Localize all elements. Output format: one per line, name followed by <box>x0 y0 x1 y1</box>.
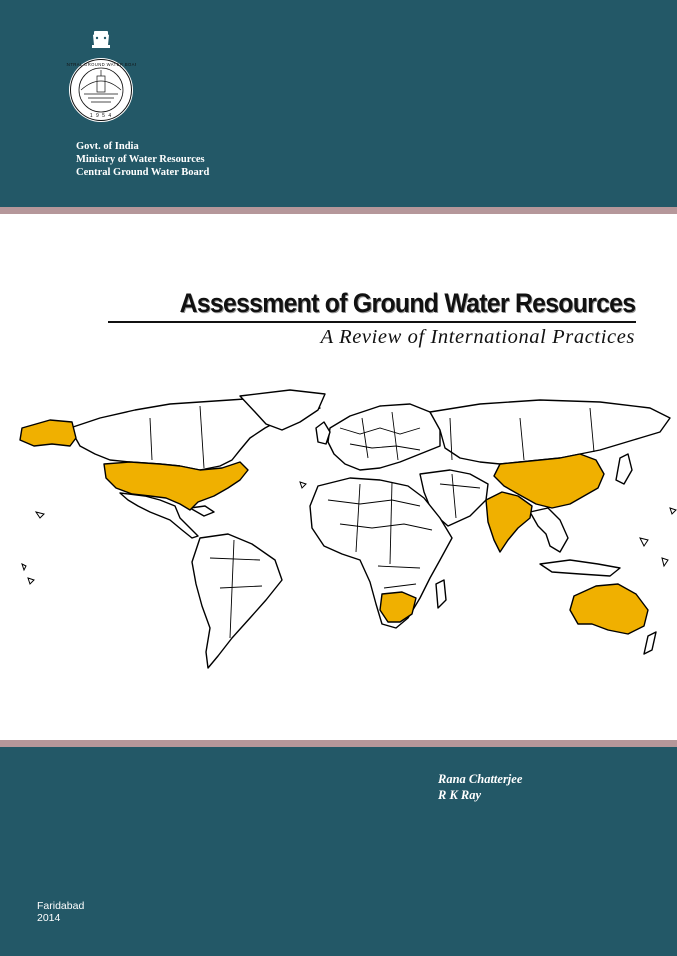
south-america-region <box>191 533 283 669</box>
svg-text:CENTRAL GROUND WATER BOARD: CENTRAL GROUND WATER BOARD <box>66 62 136 67</box>
footer-stripe <box>0 740 677 747</box>
national-emblem-icon <box>92 31 110 48</box>
south-africa-region <box>379 591 417 623</box>
author-name: R K Ray <box>438 788 482 802</box>
document-title: Assessment of Ground Water Resources <box>179 288 635 318</box>
alaska-region <box>19 419 77 447</box>
southeast-asia-region <box>529 507 569 553</box>
europe-region <box>327 403 441 471</box>
header-stripe <box>0 207 677 214</box>
organization-block: Govt. of India Ministry of Water Resourc… <box>76 140 209 179</box>
authors-block: Rana Chatterjee R K Ray <box>438 771 522 803</box>
cgwb-seal-icon: CENTRAL GROUND WATER BOARD 1 9 5 4 <box>66 31 136 122</box>
imprint-place: Faridabad <box>37 900 85 912</box>
world-map-icon <box>19 389 677 669</box>
org-line-government: Govt. of India <box>76 141 139 152</box>
title-underline <box>108 321 636 323</box>
india-region <box>485 491 533 553</box>
org-line-ministry: Ministry of Water Resources <box>76 154 205 165</box>
imprint-year: 2014 <box>37 912 61 924</box>
australia-region <box>569 583 649 635</box>
org-line-board: Central Ground Water Board <box>76 167 210 178</box>
footer-band <box>0 747 677 956</box>
author-name: Rana Chatterjee <box>438 772 523 786</box>
usa-region <box>103 461 249 511</box>
svg-text:1 9 5 4: 1 9 5 4 <box>90 113 112 119</box>
russia-region <box>429 399 671 465</box>
imprint-block: Faridabad 2014 <box>37 900 84 924</box>
document-subtitle: A Review of International Practices <box>320 326 635 348</box>
